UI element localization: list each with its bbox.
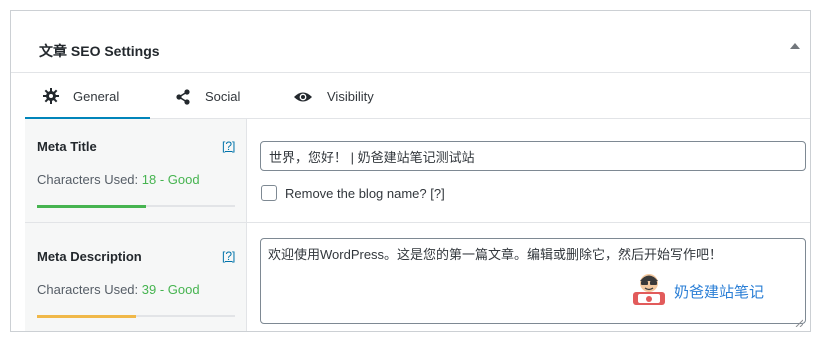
settings-tabs: General Social Visibility bbox=[25, 75, 810, 119]
watermark-avatar-icon bbox=[630, 272, 668, 311]
tab-general-label: General bbox=[73, 88, 120, 104]
tab-visibility-label: Visibility bbox=[327, 89, 374, 104]
char-count-status: 39 - Good bbox=[141, 282, 200, 297]
resize-handle-icon[interactable] bbox=[795, 314, 804, 328]
meta-title-length-meter bbox=[37, 205, 235, 208]
meta-title-heading: Meta Title bbox=[37, 139, 97, 154]
char-count-prefix: Characters Used: bbox=[37, 282, 142, 297]
meta-title-char-count: Characters Used: 18 - Good bbox=[37, 172, 200, 187]
meta-description-length-meter bbox=[37, 315, 235, 318]
watermark: 奶爸建站笔记 bbox=[630, 272, 764, 311]
share-icon bbox=[175, 88, 191, 105]
meta-description-label-column: Meta Description [?] Characters Used: 39… bbox=[25, 223, 247, 331]
watermark-text: 奶爸建站笔记 bbox=[674, 284, 765, 301]
meta-title-input[interactable] bbox=[260, 141, 806, 171]
meta-description-heading: Meta Description bbox=[37, 249, 142, 264]
meta-title-row: Meta Title [?] Characters Used: 18 - Goo… bbox=[25, 119, 810, 223]
char-count-prefix: Characters Used: bbox=[37, 172, 142, 187]
meta-description-help-link[interactable]: [?] bbox=[222, 249, 235, 263]
collapse-toggle-icon[interactable] bbox=[790, 43, 800, 49]
tab-social[interactable]: Social bbox=[175, 75, 285, 118]
meta-description-meter-fill bbox=[37, 315, 136, 318]
metabox-header: 文章 SEO Settings bbox=[11, 11, 810, 73]
remove-blog-name-option[interactable]: Remove the blog name? [?] bbox=[261, 185, 445, 201]
remove-blog-name-label: Remove the blog name? [?] bbox=[285, 185, 445, 201]
char-count-status: 18 - Good bbox=[141, 172, 200, 187]
meta-title-label-column: Meta Title [?] Characters Used: 18 - Goo… bbox=[25, 119, 247, 222]
metabox-title: 文章 SEO Settings bbox=[39, 43, 160, 59]
tab-visibility[interactable]: Visibility bbox=[293, 75, 413, 118]
eye-icon bbox=[293, 90, 313, 104]
meta-title-meter-fill bbox=[37, 205, 146, 208]
remove-blog-name-checkbox[interactable] bbox=[261, 185, 277, 201]
tab-general[interactable]: General bbox=[25, 75, 150, 119]
meta-title-help-link[interactable]: [?] bbox=[222, 139, 235, 153]
meta-description-char-count: Characters Used: 39 - Good bbox=[37, 282, 200, 297]
gear-icon bbox=[43, 88, 59, 104]
tab-social-label: Social bbox=[205, 89, 241, 104]
